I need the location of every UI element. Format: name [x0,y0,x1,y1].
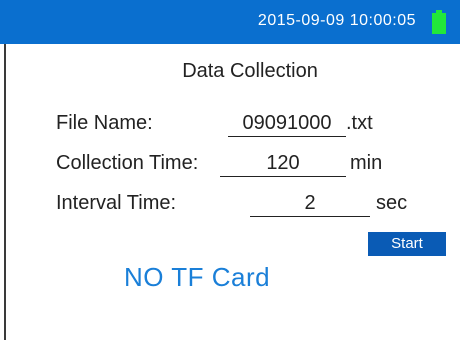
start-button[interactable]: Start [368,232,446,256]
file-extension: .txt [346,112,373,134]
collection-time-label: Collection Time: [56,152,199,174]
status-bar: 2015-09-09 10:00:05 [0,0,460,44]
collection-time-unit: min [350,152,383,174]
device-screen: 2015-09-09 10:00:05 Data Collection File… [0,0,460,340]
interval-time-label: Interval Time: [56,192,177,214]
battery-full-icon [432,10,446,34]
tf-card-status: NO TF Card [124,262,271,292]
battery-body [432,13,446,34]
page-title: Data Collection [182,60,318,82]
left-border-rule [4,44,6,340]
datetime: 2015-09-09 10:00:05 [257,12,416,29]
interval-time-unit: sec [376,192,408,214]
collection-time-field[interactable]: 120 [220,150,346,177]
file-name-label: File Name: [56,112,153,134]
file-name-field[interactable]: 09091000 [228,110,346,137]
interval-time-field[interactable]: 2 [250,190,370,217]
